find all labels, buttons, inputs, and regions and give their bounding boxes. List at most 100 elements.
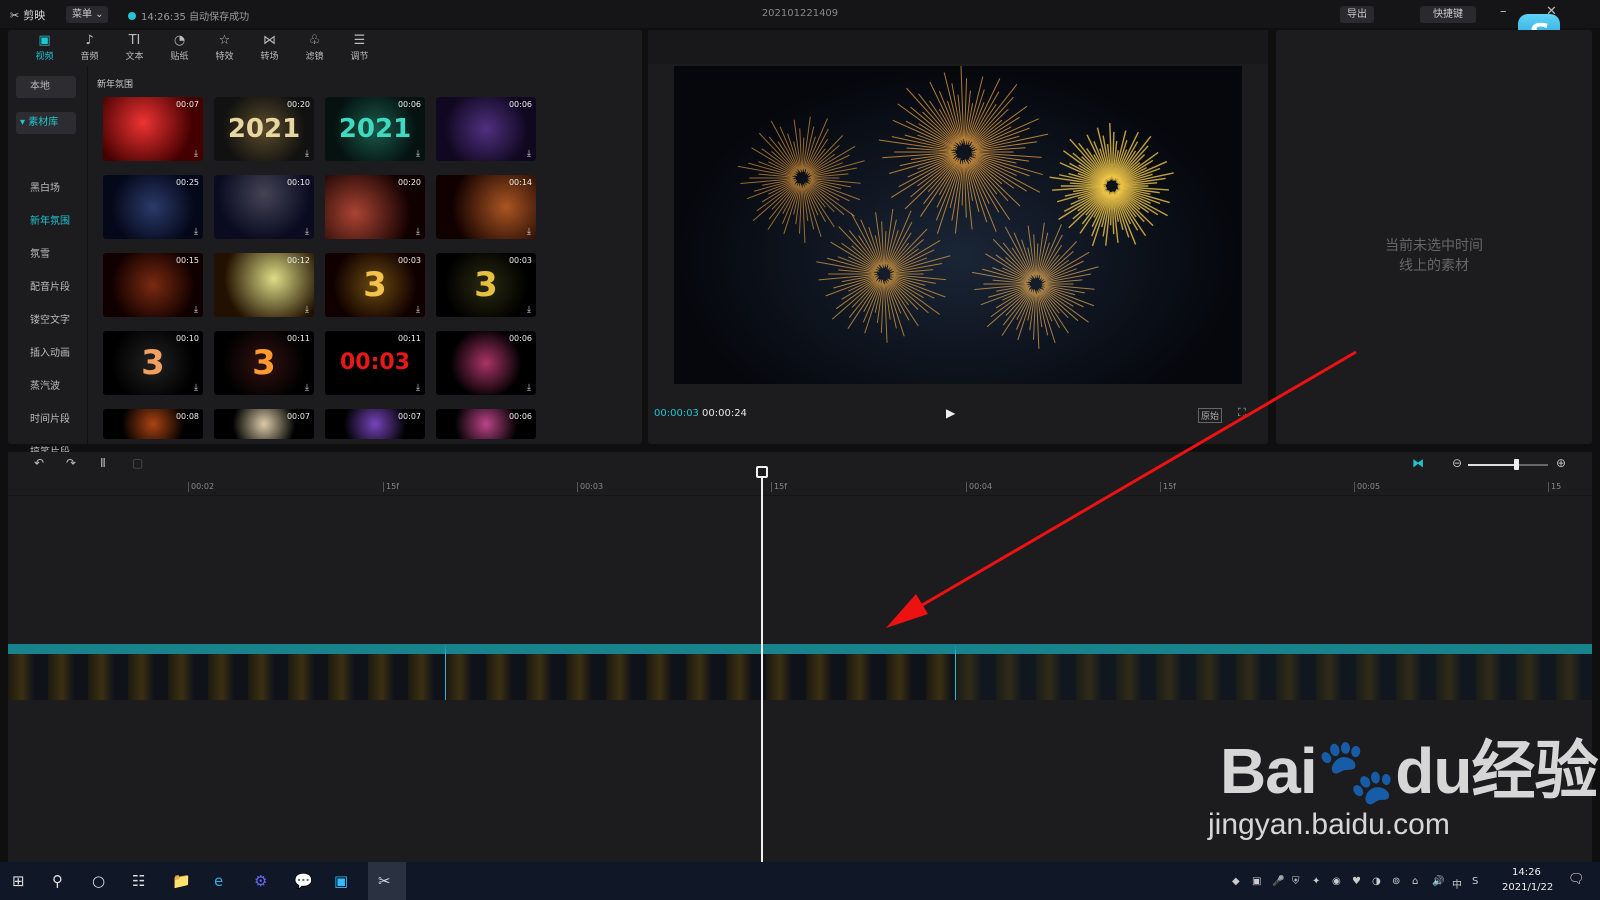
media-thumbnail[interactable]: 3 00:10 ⤓ — [103, 331, 203, 395]
tray-icon[interactable]: ⛨ — [1292, 876, 1300, 887]
sidebar-item-4[interactable]: 配音片段 — [16, 277, 76, 299]
download-icon[interactable]: ⤓ — [194, 149, 198, 159]
playhead[interactable] — [761, 466, 763, 862]
search-icon[interactable]: ⚲ — [52, 872, 63, 890]
media-thumbnail[interactable]: 3 00:03 ⤓ — [436, 253, 536, 317]
media-thumbnail[interactable]: 2021 00:20 ⤓ — [214, 97, 314, 161]
zoom-in-icon[interactable]: ⊕ — [1556, 456, 1566, 470]
split-icon[interactable]: Ⅱ — [100, 456, 106, 470]
capcut-taskbar-icon[interactable]: ✂ — [368, 862, 406, 900]
download-icon[interactable]: ⤓ — [527, 305, 531, 315]
tab-filter[interactable]: ♧ 滤镜 — [292, 30, 337, 66]
tray-icon[interactable]: 🔊 — [1432, 876, 1444, 887]
tray-icon[interactable]: S — [1472, 876, 1478, 887]
media-thumbnail[interactable]: 00:06 — [436, 409, 536, 439]
wechat-icon[interactable]: 💬 — [294, 872, 313, 890]
timeline-clip-1[interactable] — [8, 644, 445, 700]
media-thumbnail[interactable]: 00:14 ⤓ — [436, 175, 536, 239]
media-thumbnail[interactable]: 00:07 ⤓ — [103, 97, 203, 161]
download-icon[interactable]: ⤓ — [527, 149, 531, 159]
tab-adjust[interactable]: ☰ 调节 — [337, 30, 382, 66]
media-thumbnail[interactable]: 00:12 ⤓ — [214, 253, 314, 317]
ruler-tick: 15 — [1548, 482, 1561, 492]
tray-icon[interactable]: ⊚ — [1392, 876, 1400, 887]
download-icon[interactable]: ⤓ — [416, 227, 420, 237]
media-thumbnail[interactable]: 3 00:11 ⤓ — [214, 331, 314, 395]
media-thumbnail[interactable]: 00:06 ⤓ — [436, 97, 536, 161]
media-thumbnail[interactable]: 00:07 — [325, 409, 425, 439]
app-icon[interactable]: ▣ — [334, 872, 348, 890]
delete-icon[interactable]: ▢ — [132, 456, 143, 470]
sidebar-item-local[interactable]: 本地 — [16, 76, 76, 98]
undo-icon[interactable]: ↶ — [34, 456, 44, 470]
tray-icon[interactable]: ◑ — [1372, 876, 1381, 887]
media-thumbnail[interactable]: 00:07 — [214, 409, 314, 439]
media-thumbnail[interactable]: 00:06 ⤓ — [436, 331, 536, 395]
tray-icon[interactable]: 🎤 — [1272, 876, 1284, 887]
export-button[interactable]: 导出 — [1340, 6, 1374, 23]
clock-date[interactable]: 2021/1/22 — [1502, 882, 1553, 893]
download-icon[interactable]: ⤓ — [527, 227, 531, 237]
media-thumbnail[interactable]: 00:10 ⤓ — [214, 175, 314, 239]
tray-icon[interactable]: ✦ — [1312, 876, 1320, 887]
playhead-handle[interactable] — [756, 466, 768, 478]
redo-icon[interactable]: ↷ — [66, 456, 76, 470]
tab-text[interactable]: TI 文本 — [112, 30, 157, 66]
download-icon[interactable]: ⤓ — [305, 305, 309, 315]
download-icon[interactable]: ⤓ — [416, 305, 420, 315]
download-icon[interactable]: ⤓ — [416, 383, 420, 393]
edge-browser-icon[interactable]: e — [214, 872, 223, 890]
media-thumbnail[interactable]: 00:20 ⤓ — [325, 175, 425, 239]
video-preview[interactable] — [674, 66, 1242, 384]
task-view-icon[interactable]: ☷ — [132, 872, 145, 890]
tab-audio[interactable]: ♪ 音频 — [67, 30, 112, 66]
tray-icon[interactable]: ▣ — [1252, 876, 1261, 887]
minimize-button[interactable]: – — [1500, 4, 1507, 19]
zoom-slider-knob[interactable] — [1514, 459, 1519, 470]
tray-icon[interactable]: ⌂ — [1412, 876, 1418, 887]
media-thumbnail[interactable]: 00:03 00:11 ⤓ — [325, 331, 425, 395]
media-thumbnail[interactable]: 2021 00:06 ⤓ — [325, 97, 425, 161]
sidebar-item-1[interactable]: 黑白场 — [16, 178, 76, 200]
tab-transition[interactable]: ⋈ 转场 — [247, 30, 292, 66]
download-icon[interactable]: ⤓ — [305, 149, 309, 159]
magnet-icon[interactable]: ⧓ — [1412, 456, 1424, 470]
sidebar-item-6[interactable]: 插入动画 — [16, 343, 76, 365]
tab-effects[interactable]: ☆ 特效 — [202, 30, 247, 66]
tray-icon[interactable]: ◉ — [1332, 876, 1341, 887]
sidebar-item-7[interactable]: 蒸汽波 — [16, 376, 76, 398]
download-icon[interactable]: ⤓ — [305, 383, 309, 393]
sidebar-item-library[interactable]: ▾ 素材库 — [16, 112, 76, 134]
download-icon[interactable]: ⤓ — [194, 227, 198, 237]
timeline-clip-2[interactable]: 新年氛围 1.3s — [445, 644, 955, 700]
tab-label: 转场 — [260, 52, 279, 62]
tray-icon[interactable]: ♥ — [1352, 876, 1361, 887]
download-icon[interactable]: ⤓ — [305, 227, 309, 237]
notification-icon[interactable]: 🗨 — [1568, 872, 1585, 887]
download-icon[interactable]: ⤓ — [194, 383, 198, 393]
download-icon[interactable]: ⤓ — [527, 383, 531, 393]
tray-icon[interactable]: ◆ — [1232, 876, 1240, 887]
download-icon[interactable]: ⤓ — [194, 305, 198, 315]
sidebar-item-3[interactable]: 氛雪 — [16, 244, 76, 266]
media-thumbnail[interactable]: 3 00:03 ⤓ — [325, 253, 425, 317]
download-icon[interactable]: ⤓ — [416, 149, 420, 159]
shortcut-button[interactable]: 快捷键 — [1420, 6, 1476, 23]
start-icon[interactable]: ⊞ — [12, 872, 25, 890]
zoom-out-icon[interactable]: ⊖ — [1452, 456, 1462, 470]
timeline-clip-3[interactable]: 新年氛围 16.2s — [955, 644, 1592, 700]
sidebar-item-5[interactable]: 镂空文字 — [16, 310, 76, 332]
sidebar-item-2[interactable]: 新年氛围 — [16, 211, 76, 233]
tray-icon[interactable]: 中 — [1452, 876, 1462, 891]
app-icon[interactable]: ⚙ — [254, 872, 267, 890]
annotation-arrow — [886, 350, 1357, 628]
sidebar-item-8[interactable]: 时间片段 — [16, 409, 76, 431]
media-thumbnail[interactable]: 00:15 ⤓ — [103, 253, 203, 317]
cortana-icon[interactable]: ○ — [92, 872, 105, 890]
media-thumbnail[interactable]: 00:25 ⤓ — [103, 175, 203, 239]
tab-sticker[interactable]: ◔ 贴纸 — [157, 30, 202, 66]
media-thumbnail[interactable]: 00:08 — [103, 409, 203, 439]
tab-video[interactable]: ▣ 视频 — [22, 30, 67, 66]
file-explorer-icon[interactable]: 📁 — [172, 872, 191, 890]
clock-time[interactable]: 14:26 — [1512, 867, 1541, 878]
